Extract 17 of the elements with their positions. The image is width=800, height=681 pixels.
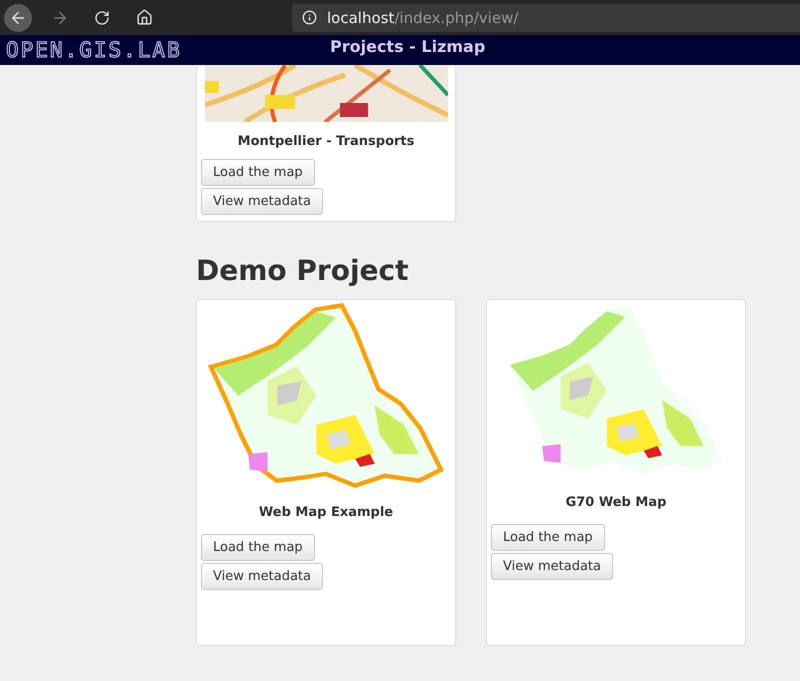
view-metadata-button[interactable]: View metadata — [201, 563, 323, 590]
page-title: Projects - Lizmap — [330, 37, 486, 56]
project-title: G70 Web Map — [564, 495, 668, 510]
project-title: Montpellier - Transports — [236, 134, 416, 149]
info-icon — [302, 10, 317, 25]
load-map-button[interactable]: Load the map — [201, 159, 315, 186]
view-metadata-button[interactable]: View metadata — [201, 188, 323, 215]
back-button[interactable] — [4, 4, 32, 32]
load-map-button[interactable]: Load the map — [201, 534, 315, 561]
home-icon — [136, 9, 152, 26]
address-bar[interactable]: localhost/index.php/view/ — [292, 4, 800, 32]
load-map-button[interactable]: Load the map — [491, 524, 605, 551]
group-heading: Demo Project — [196, 254, 410, 287]
logo[interactable]: OPEN.GIS.LAB — [6, 38, 182, 62]
view-metadata-button[interactable]: View metadata — [491, 553, 613, 580]
reload-icon — [94, 10, 110, 26]
project-title: Web Map Example — [258, 505, 394, 520]
